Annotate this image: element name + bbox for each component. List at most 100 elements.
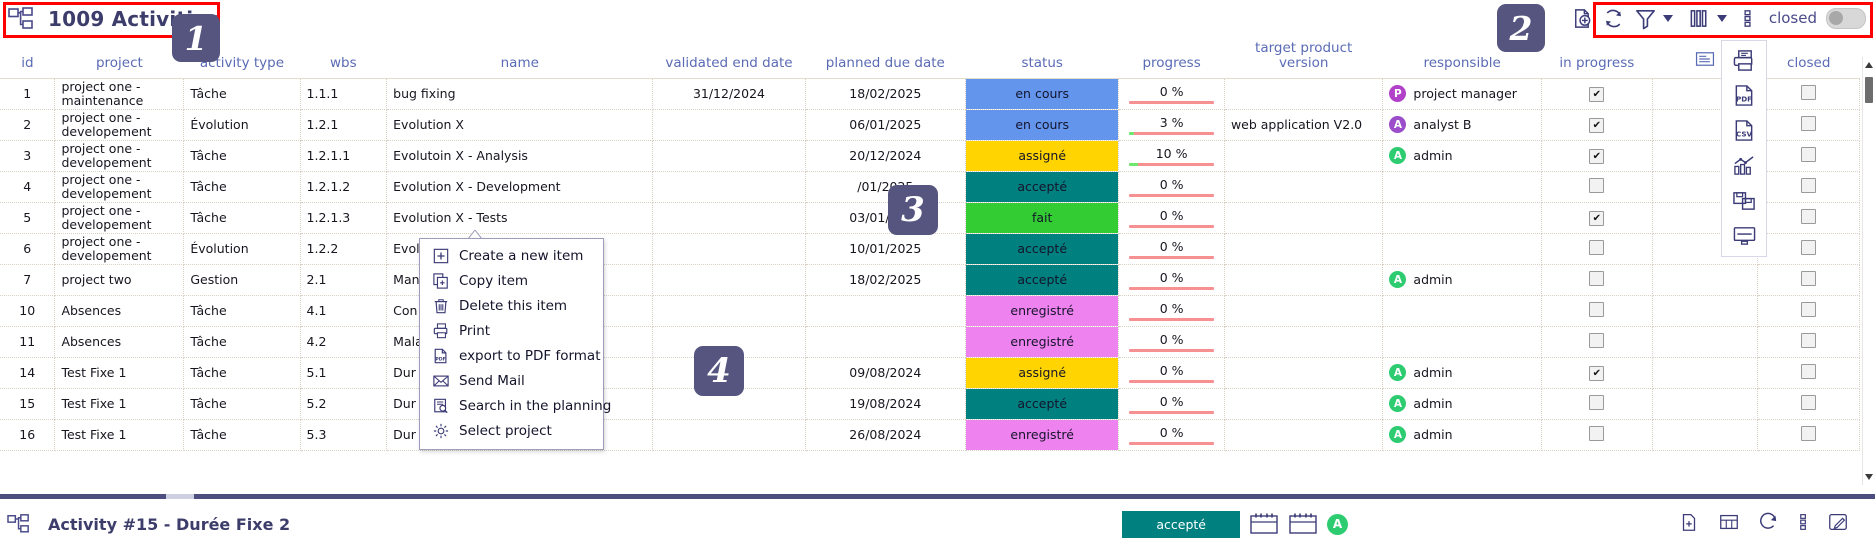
context-menu-item-send-mail[interactable]: Send Mail xyxy=(420,368,603,393)
closed-checkbox[interactable] xyxy=(1801,84,1817,100)
cell-status[interactable]: accepté xyxy=(965,388,1120,420)
table-row[interactable]: 3 project one - developement Tâche 1.2.1.1 E… xyxy=(0,140,1860,172)
closed-checkbox[interactable] xyxy=(1801,394,1817,410)
context-menu-item-copy-item[interactable]: Copy item xyxy=(420,268,603,293)
in-progress-checkbox[interactable] xyxy=(1589,270,1605,286)
in-progress-checkbox[interactable] xyxy=(1589,239,1605,255)
col-header-progress[interactable]: progress xyxy=(1118,38,1225,78)
cell-closed[interactable] xyxy=(1757,295,1860,327)
col-header-name[interactable]: name xyxy=(386,38,653,78)
cell-progress[interactable]: 0 % xyxy=(1118,295,1225,327)
closed-checkbox[interactable] xyxy=(1801,301,1817,317)
cell-in-progress[interactable] xyxy=(1541,419,1653,451)
col-header-in-progress[interactable]: in progress xyxy=(1541,38,1653,78)
cell-progress[interactable]: 0 % xyxy=(1118,77,1225,110)
cell-closed[interactable] xyxy=(1757,140,1860,172)
bottom-grid-icon[interactable] xyxy=(1718,511,1740,537)
cell-status[interactable]: en cours xyxy=(965,77,1120,110)
print-icon[interactable] xyxy=(1727,45,1761,75)
cell-closed[interactable] xyxy=(1757,419,1860,451)
table-row[interactable]: 11 Absences Tâche 4.2 Mala enregistré 0 % xyxy=(0,326,1860,358)
cell-closed[interactable] xyxy=(1757,388,1860,420)
table-row[interactable]: 14 Test Fixe 1 Tâche 5.1 Dur 09/08/2024 assign… xyxy=(0,357,1860,389)
closed-checkbox[interactable] xyxy=(1801,115,1817,131)
cell-closed[interactable] xyxy=(1757,357,1860,389)
cell-status[interactable]: accepté xyxy=(965,264,1120,296)
cell-status[interactable]: enregistré xyxy=(965,295,1120,327)
scroll-down-arrow[interactable] xyxy=(1865,474,1873,480)
cell-in-progress[interactable] xyxy=(1541,77,1653,110)
context-menu-item-select-project[interactable]: Select project xyxy=(420,418,603,443)
closed-checkbox[interactable] xyxy=(1801,270,1817,286)
filter-dropdown-caret[interactable] xyxy=(1662,14,1673,22)
cell-in-progress[interactable] xyxy=(1541,295,1653,327)
cell-progress[interactable]: 10 % xyxy=(1118,140,1225,172)
col-header-wbs[interactable]: wbs xyxy=(300,38,387,78)
context-menu-item-delete-this-item[interactable]: Delete this item xyxy=(420,293,603,318)
cell-closed[interactable] xyxy=(1757,202,1860,234)
cell-status[interactable]: assigné xyxy=(965,140,1120,172)
bottom-more-icon[interactable] xyxy=(1798,511,1809,537)
cell-in-progress[interactable] xyxy=(1541,109,1653,141)
cell-closed[interactable] xyxy=(1757,233,1860,265)
context-menu-item-create-a-new-item[interactable]: Create a new item xyxy=(420,243,603,268)
in-progress-checkbox[interactable] xyxy=(1589,87,1605,103)
closed-checkbox[interactable] xyxy=(1801,177,1817,193)
in-progress-checkbox[interactable] xyxy=(1589,425,1605,441)
col-header-target-product-version[interactable]: target product version xyxy=(1224,38,1383,78)
columns-dropdown-caret[interactable] xyxy=(1716,14,1727,22)
display-icon[interactable] xyxy=(1727,220,1761,250)
table-row[interactable]: 10 Absences Tâche 4.1 Con enregistré 0 % xyxy=(0,295,1860,327)
table-row[interactable]: 1 project one - maintenance Tâche 1.1.1 bug … xyxy=(0,77,1860,110)
bottom-edit-icon[interactable] xyxy=(1827,511,1849,537)
cell-in-progress[interactable] xyxy=(1541,388,1653,420)
cell-status[interactable]: fait xyxy=(965,202,1120,234)
cell-progress[interactable]: 0 % xyxy=(1118,233,1225,265)
cell-in-progress[interactable] xyxy=(1541,140,1653,172)
in-progress-checkbox[interactable] xyxy=(1589,177,1605,193)
scroll-up-arrow[interactable] xyxy=(1865,62,1873,68)
cell-icon[interactable] xyxy=(1652,264,1759,296)
closed-checkbox[interactable] xyxy=(1801,239,1817,255)
cell-icon[interactable] xyxy=(1652,326,1759,358)
table-row[interactable]: 15 Test Fixe 1 Tâche 5.2 Dur 19/08/2024 accept… xyxy=(0,388,1860,420)
cell-progress[interactable]: 0 % xyxy=(1118,202,1225,234)
cell-closed[interactable] xyxy=(1757,171,1860,203)
cell-progress[interactable]: 3 % xyxy=(1118,109,1225,141)
cell-icon[interactable] xyxy=(1652,357,1759,389)
cell-progress[interactable]: 0 % xyxy=(1118,388,1225,420)
save-icon[interactable] xyxy=(1727,185,1761,215)
cell-progress[interactable]: 0 % xyxy=(1118,419,1225,451)
closed-toggle[interactable] xyxy=(1826,7,1866,29)
cell-status[interactable]: accepté xyxy=(965,233,1120,265)
col-header-status[interactable]: status xyxy=(965,38,1119,78)
cell-closed[interactable] xyxy=(1757,264,1860,296)
col-header-closed[interactable]: closed xyxy=(1757,38,1860,78)
context-menu[interactable]: Create a new item Copy item Delete this it… xyxy=(419,238,611,450)
cell-in-progress[interactable] xyxy=(1541,233,1653,265)
in-progress-checkbox[interactable] xyxy=(1589,332,1605,348)
col-header-planned-due-date[interactable]: planned due date xyxy=(805,38,966,78)
in-progress-checkbox[interactable] xyxy=(1589,149,1605,165)
cell-in-progress[interactable] xyxy=(1541,202,1653,234)
add-document-icon[interactable] xyxy=(1570,7,1593,30)
cell-closed[interactable] xyxy=(1757,326,1860,358)
cell-icon[interactable] xyxy=(1652,419,1759,451)
refresh-icon[interactable] xyxy=(1602,7,1625,30)
table-row[interactable]: 2 project one - developement Évolution 1.2.… xyxy=(0,109,1860,141)
cell-closed[interactable] xyxy=(1757,77,1860,110)
columns-icon[interactable] xyxy=(1688,7,1711,30)
in-progress-checkbox[interactable] xyxy=(1589,118,1605,134)
cell-in-progress[interactable] xyxy=(1541,171,1653,203)
table-row[interactable]: 6 project one - developement Évolution 1.2.… xyxy=(0,233,1860,265)
cell-progress[interactable]: 0 % xyxy=(1118,357,1225,389)
closed-checkbox[interactable] xyxy=(1801,332,1817,348)
filter-icon[interactable] xyxy=(1634,7,1657,30)
export-csv-icon[interactable]: CSV xyxy=(1727,115,1761,145)
closed-checkbox[interactable] xyxy=(1801,425,1817,441)
scrollbar-thumb[interactable] xyxy=(1865,77,1873,103)
cell-status[interactable]: enregistré xyxy=(965,419,1120,451)
closed-checkbox[interactable] xyxy=(1801,208,1817,224)
bottom-add-icon[interactable] xyxy=(1678,511,1700,537)
context-menu-item-search-in-the-planning[interactable]: Search in the planning xyxy=(420,393,611,418)
